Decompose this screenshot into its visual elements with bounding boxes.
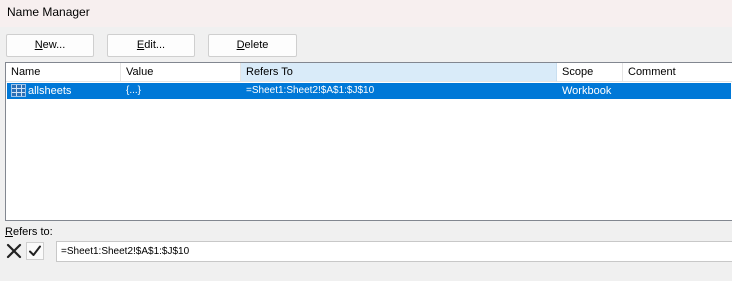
- names-list[interactable]: Name Value Refers To Scope Comment allsh…: [5, 62, 732, 221]
- new-button-label: ew...: [42, 39, 66, 51]
- new-button-accelerator: N: [34, 39, 43, 51]
- refers-to-label-text: efers to:: [12, 226, 53, 238]
- edit-button-label: dit...: [144, 39, 166, 51]
- refers-to-accelerator: R: [5, 226, 13, 238]
- window-title: Name Manager: [7, 5, 90, 19]
- table-row[interactable]: allsheets {...} =Sheet1:Sheet2!$A$1:$J$1…: [7, 83, 731, 99]
- column-header-name[interactable]: Name: [6, 63, 121, 82]
- refers-to-label: Refers to:: [5, 226, 53, 238]
- delete-button-label: elete: [244, 39, 269, 51]
- row-refers-to: =Sheet1:Sheet2!$A$1:$J$10: [246, 85, 375, 96]
- list-header: Name Value Refers To Scope Comment: [6, 63, 732, 83]
- delete-button-accelerator: D: [236, 39, 245, 51]
- refers-to-input[interactable]: =Sheet1:Sheet2!$A$1:$J$10: [56, 241, 732, 262]
- named-range-icon: [11, 84, 26, 97]
- column-header-value[interactable]: Value: [121, 63, 241, 82]
- new-button[interactable]: New...: [6, 34, 94, 57]
- column-header-scope[interactable]: Scope: [557, 63, 623, 82]
- column-header-comment[interactable]: Comment: [623, 63, 732, 82]
- row-name: allsheets: [28, 85, 72, 97]
- confirm-check-icon[interactable]: [26, 242, 44, 260]
- column-header-refers-to[interactable]: Refers To: [241, 63, 557, 82]
- row-scope: Workbook: [562, 85, 612, 97]
- row-value: {...}: [126, 85, 142, 96]
- title-bar: Name Manager: [0, 0, 732, 27]
- delete-button[interactable]: Delete: [208, 34, 297, 57]
- edit-button[interactable]: Edit...: [107, 34, 195, 57]
- cancel-icon[interactable]: [5, 242, 23, 260]
